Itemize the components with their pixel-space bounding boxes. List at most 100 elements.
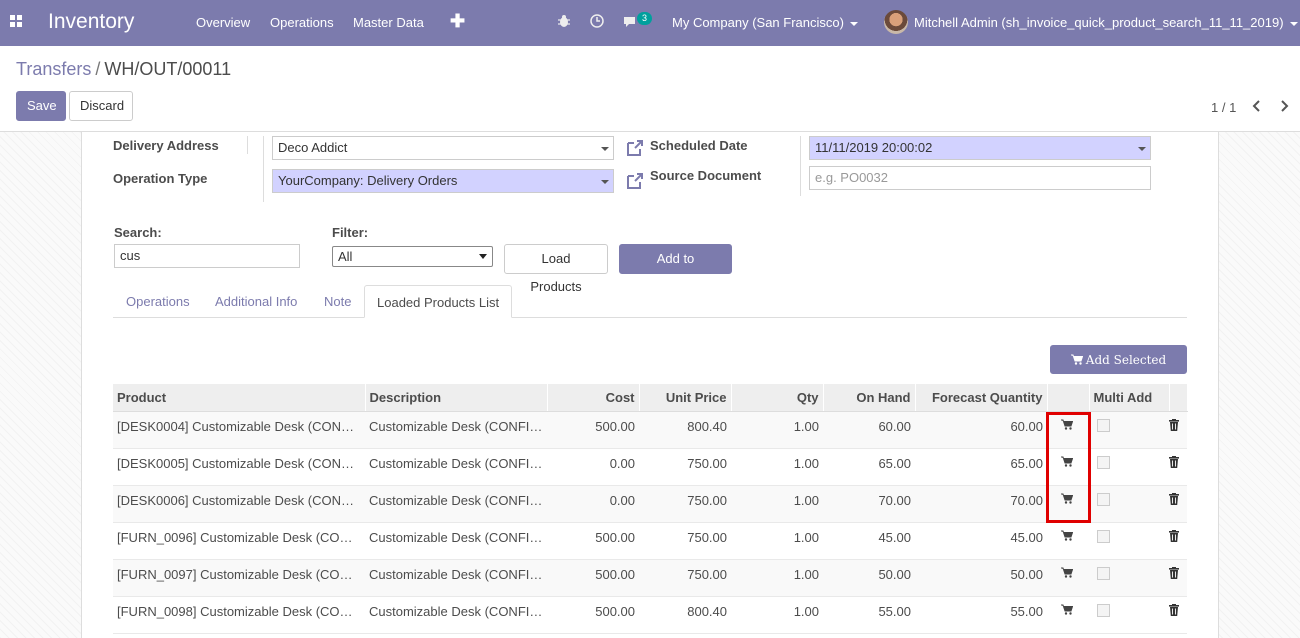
menu-overview[interactable]: Overview — [196, 15, 250, 30]
cell-cost[interactable]: 500.00 — [547, 411, 639, 449]
column-header-description[interactable]: Description — [365, 384, 548, 412]
message-count-badge: 3 — [637, 12, 652, 25]
multi-add-checkbox[interactable] — [1097, 455, 1110, 469]
chevron-left-icon[interactable] — [1252, 100, 1262, 112]
external-link-icon[interactable] — [625, 172, 645, 190]
load-products-button[interactable]: Load Products — [504, 244, 608, 294]
cell-qty[interactable]: 1.00 — [731, 448, 823, 486]
tab-loaded-products-list[interactable]: Loaded Products List — [364, 285, 513, 318]
table-row[interactable]: [DESK0006] Customizable Desk (CONFIG) Cus… — [113, 485, 1187, 523]
cell-description[interactable]: Customizable Desk (CONFIG) — [365, 596, 547, 634]
breadcrumb-transfers[interactable]: Transfers — [16, 59, 91, 79]
column-header-on-hand[interactable]: On Hand — [823, 384, 916, 412]
cell-unit-price[interactable]: 750.00 — [639, 485, 731, 523]
cell-cost[interactable]: 500.00 — [547, 559, 639, 597]
cell-delete — [1169, 559, 1187, 597]
multi-add-checkbox[interactable] — [1097, 492, 1110, 506]
pager-value: 1 / 1 — [1211, 100, 1237, 115]
menu-operations[interactable]: Operations — [270, 15, 334, 30]
cell-qty[interactable]: 1.00 — [731, 596, 823, 634]
chevron-down-icon — [479, 254, 487, 259]
cart-icon[interactable] — [1061, 530, 1073, 541]
multi-add-checkbox[interactable] — [1097, 529, 1110, 543]
delivery-address-field[interactable]: Deco Addict — [272, 136, 614, 160]
control-panel: Transfers / WH/OUT/00011 Save Discard 1 / … — [0, 46, 1300, 132]
column-header-unit-price[interactable]: Unit Price — [639, 384, 732, 412]
trash-icon[interactable] — [1169, 529, 1179, 542]
external-link-icon[interactable] — [625, 139, 645, 157]
cart-icon[interactable] — [1061, 604, 1073, 615]
cell-description[interactable]: Customizable Desk (CONFIG) — [365, 485, 547, 523]
cell-product[interactable]: [FURN_0096] Customizable Desk (CONFIG) — [113, 522, 365, 560]
cell-on-hand: 60.00 — [823, 411, 915, 449]
menu-master-data[interactable]: Master Data — [353, 15, 424, 30]
bug-icon[interactable] — [557, 14, 571, 28]
trash-icon[interactable] — [1169, 455, 1179, 468]
cell-unit-price[interactable]: 800.40 — [639, 411, 731, 449]
table-row[interactable]: [DESK0004] Customizable Desk (CONFIG) Cus… — [113, 411, 1187, 449]
operation-type-field[interactable]: YourCompany: Delivery Orders — [272, 169, 614, 193]
cell-qty[interactable]: 1.00 — [731, 485, 823, 523]
cell-product[interactable]: [DESK0005] Customizable Desk (CONFIG) — [113, 448, 365, 486]
cell-cost[interactable]: 0.00 — [547, 485, 639, 523]
column-header-forecast-quantity[interactable]: Forecast Quantity — [915, 384, 1048, 412]
plus-icon[interactable]: ✚ — [450, 11, 465, 32]
company-switcher[interactable]: My Company (San Francisco) — [672, 15, 858, 30]
table-row[interactable]: [FURN_0096] Customizable Desk (CONFIG) Cu… — [113, 522, 1187, 560]
tab-note[interactable]: Note — [312, 285, 363, 318]
tab-additional-info[interactable]: Additional Info — [203, 285, 309, 318]
add-selected-lines-button[interactable]: Add Selected Lines — [1050, 345, 1187, 395]
source-document-field[interactable]: e.g. PO0032 — [809, 166, 1151, 190]
cell-description[interactable]: Customizable Desk (CONFIG) — [365, 448, 547, 486]
cell-description[interactable]: Customizable Desk (CONFIG) — [365, 522, 547, 560]
cell-qty[interactable]: 1.00 — [731, 411, 823, 449]
filter-select[interactable]: All — [332, 246, 493, 267]
chevron-right-icon[interactable] — [1279, 100, 1289, 112]
cart-icon[interactable] — [1061, 567, 1073, 578]
trash-icon[interactable] — [1169, 418, 1179, 431]
cell-product[interactable]: [FURN_0098] Customizable Desk (CONFIG) — [113, 596, 365, 634]
column-header-qty[interactable]: Qty — [731, 384, 824, 412]
apps-menu-icon[interactable] — [10, 15, 24, 29]
cell-qty[interactable]: 1.00 — [731, 522, 823, 560]
cell-description[interactable]: Customizable Desk (CONFIG) — [365, 411, 547, 449]
table-row[interactable]: [DESK0005] Customizable Desk (CONFIG) Cus… — [113, 448, 1187, 486]
cell-product[interactable]: [DESK0006] Customizable Desk (CONFIG) — [113, 485, 365, 523]
trash-icon[interactable] — [1169, 492, 1179, 505]
cell-unit-price[interactable]: 750.00 — [639, 448, 731, 486]
cell-cost[interactable]: 500.00 — [547, 522, 639, 560]
cell-cost[interactable]: 0.00 — [547, 448, 639, 486]
cell-unit-price[interactable]: 750.00 — [639, 522, 731, 560]
column-header-product[interactable]: Product — [113, 384, 366, 412]
cell-product[interactable]: [DESK0004] Customizable Desk (CONFIG) — [113, 411, 365, 449]
cell-add-to-cart — [1047, 559, 1089, 597]
discard-button[interactable]: Discard — [69, 91, 133, 121]
highlight-box — [1046, 412, 1091, 523]
table-row[interactable]: [FURN_0098] Customizable Desk (CONFIG) Cu… — [113, 596, 1187, 634]
cell-unit-price[interactable]: 800.40 — [639, 596, 731, 634]
add-to-products-button[interactable]: Add to Products — [619, 244, 732, 294]
cell-unit-price[interactable]: 750.00 — [639, 559, 731, 597]
cell-description[interactable]: Customizable Desk (CONFIG) — [365, 559, 547, 597]
multi-add-checkbox[interactable] — [1097, 418, 1110, 432]
user-menu[interactable]: Mitchell Admin (sh_invoice_quick_product… — [914, 15, 1298, 30]
trash-icon[interactable] — [1169, 603, 1179, 616]
search-input[interactable]: cus — [114, 244, 300, 268]
cell-product[interactable]: [FURN_0097] Customizable Desk (CONFIG) — [113, 559, 365, 597]
app-name: Inventory — [48, 10, 135, 33]
scheduled-date-field[interactable]: 11/11/2019 20:00:02 — [809, 136, 1151, 160]
save-button[interactable]: Save — [16, 91, 66, 121]
column-header-cost[interactable]: Cost — [547, 384, 640, 412]
tab-operations[interactable]: Operations — [114, 285, 202, 318]
column-header-multi-add[interactable]: Multi Add — [1089, 384, 1170, 412]
table-row[interactable]: [FURN_0097] Customizable Desk (CONFIG) Cu… — [113, 559, 1187, 597]
cell-qty[interactable]: 1.00 — [731, 559, 823, 597]
cell-cost[interactable]: 500.00 — [547, 596, 639, 634]
clock-icon[interactable] — [590, 14, 604, 28]
multi-add-checkbox[interactable] — [1097, 603, 1110, 617]
search-input-value: cus — [120, 248, 141, 263]
multi-add-checkbox[interactable] — [1097, 566, 1110, 580]
trash-icon[interactable] — [1169, 566, 1179, 579]
cell-multi-add — [1089, 411, 1169, 449]
avatar[interactable] — [884, 10, 908, 34]
